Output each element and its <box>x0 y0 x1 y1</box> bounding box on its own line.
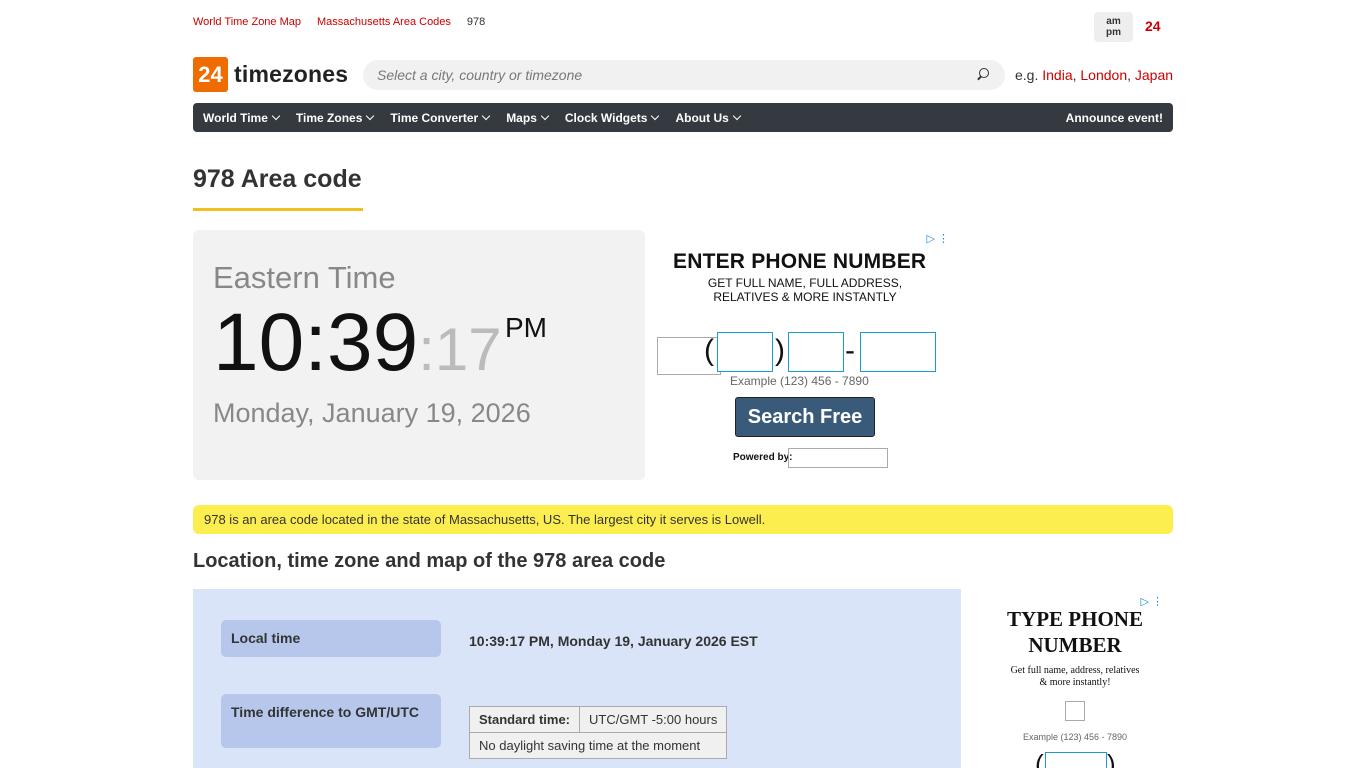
site-logo[interactable]: 24 timezones <box>193 57 348 92</box>
standard-time-key: Standard time: <box>468 706 581 733</box>
main-nav: World Time Time Zones Time Converter Map… <box>193 103 1173 132</box>
chevron-down-icon <box>651 111 660 121</box>
line-number-input[interactable] <box>860 332 936 372</box>
nav-item-world-time[interactable]: World Time <box>203 110 281 125</box>
nav-label: Time Zones <box>295 110 363 125</box>
example-link-india[interactable]: India <box>1042 67 1072 83</box>
ad-subtext-line: RELATIVES & MORE INSTANTLY <box>713 290 897 304</box>
example-link-japan[interactable]: Japan <box>1135 67 1173 83</box>
ad2-subtext-line: & more instantly! <box>1039 677 1111 688</box>
broken-image-icon <box>788 448 888 468</box>
ad-subtext: GET FULL NAME, FULL ADDRESS, RELATIVES &… <box>657 276 953 304</box>
search-bar <box>363 60 1005 90</box>
ad2-headline-line: TYPE PHONE <box>1007 607 1143 631</box>
nav-label: Clock Widgets <box>564 110 648 125</box>
ad-close-paren: ) <box>775 334 785 367</box>
nav-label: Time Converter <box>390 110 479 125</box>
search-examples: e.g. India, London, Japan <box>1015 67 1174 83</box>
ad2-headline-line: NUMBER <box>1028 633 1122 657</box>
ad2-area-code-input[interactable] <box>1045 752 1107 768</box>
chevron-down-icon <box>540 111 550 121</box>
ad-type-phone: ▷ ⋮ TYPE PHONE NUMBER Get full name, add… <box>983 589 1167 768</box>
time-difference-table: Standard time: UTC/GMT -5:00 hours No da… <box>468 706 728 759</box>
search-icon[interactable] <box>975 67 991 83</box>
clock-zone-name: Eastern Time <box>213 260 396 295</box>
clock-hours-minutes: 10:39 <box>213 297 419 388</box>
nav-label: Maps <box>506 110 537 125</box>
page-title: 978 Area code <box>193 165 362 193</box>
ad2-subtext: Get full name, address, relatives & more… <box>983 665 1167 689</box>
nav-label: World Time <box>203 110 268 125</box>
chevron-down-icon <box>271 111 281 121</box>
section-title: Location, time zone and map of the 978 a… <box>193 550 666 572</box>
ad-headline: ENTER PHONE NUMBER <box>673 250 927 273</box>
ad2-open-paren: ( <box>1035 749 1044 768</box>
nav-item-about-us[interactable]: About Us <box>675 110 742 125</box>
chevron-down-icon <box>481 111 491 121</box>
logo-text: timezones <box>234 61 349 87</box>
ad-powered-by: Powered by: <box>733 452 793 463</box>
ad-subtext-line: GET FULL NAME, FULL ADDRESS, <box>707 276 903 290</box>
ad-phone-lookup: ▷ ⋮ ENTER PHONE NUMBER GET FULL NAME, FU… <box>657 230 953 475</box>
ad-dash: - <box>845 334 855 367</box>
logo-badge: 24 <box>193 57 228 92</box>
examples-prefix: e.g. <box>1015 67 1039 83</box>
breadcrumb-link-world-map[interactable]: World Time Zone Map <box>193 16 301 28</box>
clock-seconds: :17 <box>418 316 502 383</box>
local-time-label: Local time <box>221 620 441 657</box>
breadcrumb-current: 978 <box>466 16 486 28</box>
announce-event-button[interactable]: Announce event! <box>1066 111 1163 125</box>
dst-note: No daylight saving time at the moment <box>468 732 728 759</box>
example-link-london[interactable]: London <box>1080 67 1127 83</box>
ad2-headline: TYPE PHONE NUMBER <box>983 606 1167 658</box>
table-row: Standard time: UTC/GMT -5:00 hours <box>468 706 728 733</box>
area-code-input[interactable] <box>717 332 773 372</box>
breadcrumb: World Time Zone Map Massachusetts Area C… <box>193 16 485 28</box>
ad2-subtext-line: Get full name, address, relatives <box>1010 665 1140 676</box>
ad2-example: Example (123) 456 - 7890 <box>1022 732 1128 742</box>
ad-open-paren: ( <box>704 334 714 367</box>
search-input[interactable] <box>377 67 975 83</box>
24h-toggle-button[interactable]: 24 <box>1145 18 1161 34</box>
nav-item-maps[interactable]: Maps <box>506 110 550 125</box>
table-row: No daylight saving time at the moment <box>468 732 728 759</box>
info-panel: Local time 10:39:17 PM, Monday 19, Janua… <box>193 589 961 768</box>
standard-time-value: UTC/GMT -5:00 hours <box>579 706 728 733</box>
clock-panel: Eastern Time 10:39:17 PM Monday, January… <box>193 230 645 480</box>
ad2-close-paren: ) <box>1107 749 1116 768</box>
search-free-button[interactable]: Search Free <box>735 397 875 437</box>
nav-item-time-zones[interactable]: Time Zones <box>295 110 375 125</box>
ampm-label-pm: pm <box>1106 27 1121 38</box>
clock-date: Monday, January 19, 2026 <box>213 398 531 428</box>
ad-example: Example (123) 456 - 7890 <box>730 374 869 388</box>
ampm-label-am: am <box>1106 16 1121 27</box>
nav-item-time-converter[interactable]: Time Converter <box>390 110 491 125</box>
clock-time: 10:39:17 <box>213 294 502 392</box>
title-underline <box>193 208 363 211</box>
nav-item-clock-widgets[interactable]: Clock Widgets <box>564 110 660 125</box>
broken-image-icon <box>1065 701 1085 721</box>
breadcrumb-link-massachusetts[interactable]: Massachusetts Area Codes <box>317 16 451 28</box>
clock-ampm: PM <box>505 312 547 343</box>
chevron-down-icon <box>366 111 375 121</box>
time-difference-label: Time difference to GMT/UTC <box>221 694 441 748</box>
nav-label: About Us <box>675 110 729 125</box>
prefix-input[interactable] <box>788 332 844 372</box>
area-code-notice: 978 is an area code located in the state… <box>193 505 1173 534</box>
ampm-toggle-button[interactable]: am pm <box>1094 12 1133 42</box>
ad-choices-icon[interactable]: ▷ ⋮ <box>926 232 949 245</box>
chevron-down-icon <box>732 111 742 121</box>
local-time-value: 10:39:17 PM, Monday 19, January 2026 EST <box>469 633 758 649</box>
